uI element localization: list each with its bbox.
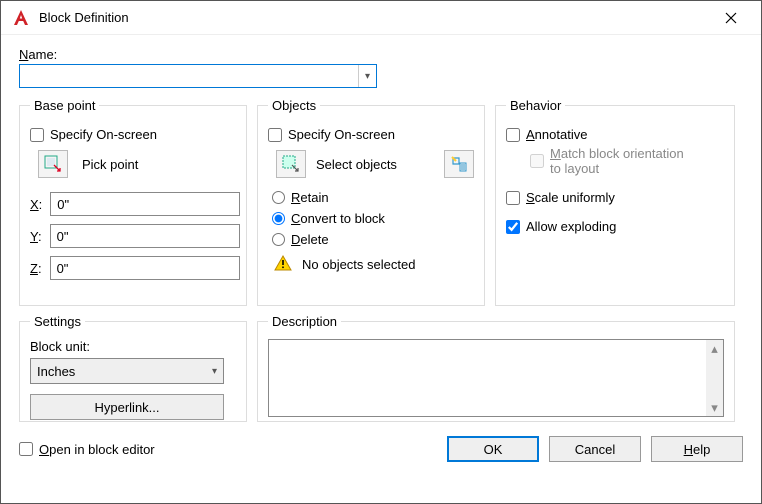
scroll-down-icon[interactable]: ▾ (706, 399, 723, 416)
x-input[interactable] (50, 192, 240, 216)
name-combobox[interactable]: ▾ (19, 64, 377, 88)
y-input[interactable] (50, 224, 240, 248)
delete-radio[interactable]: Delete (272, 232, 474, 247)
delete-radio-input[interactable] (272, 233, 285, 246)
quick-select-button[interactable] (444, 150, 474, 178)
allow-exploding-checkbox[interactable] (506, 220, 520, 234)
delete-label: Delete (291, 232, 329, 247)
specify-onscreen-basepoint-label: Specify On-screen (50, 127, 157, 142)
behavior-legend: Behavior (506, 98, 565, 113)
block-unit-value: Inches (37, 364, 75, 379)
allow-exploding-row[interactable]: Allow exploding (506, 219, 724, 234)
annotative-label: Annotative (526, 127, 587, 142)
hyperlink-button[interactable]: Hyperlink... (30, 394, 224, 420)
name-dropdown-arrow[interactable]: ▾ (358, 65, 376, 87)
specify-onscreen-basepoint[interactable]: Specify On-screen (30, 127, 236, 142)
settings-legend: Settings (30, 314, 85, 329)
retain-label: Retain (291, 190, 329, 205)
z-input[interactable] (50, 256, 240, 280)
retain-radio[interactable]: Retain (272, 190, 474, 205)
convert-radio-input[interactable] (272, 212, 285, 225)
convert-radio[interactable]: Convert to block (272, 211, 474, 226)
behavior-group: Behavior Annotative Match block orientat… (495, 98, 735, 306)
annotative-checkbox[interactable] (506, 128, 520, 142)
scroll-up-icon[interactable]: ▴ (706, 340, 723, 357)
allow-exploding-label: Allow exploding (526, 219, 616, 234)
app-icon (11, 8, 31, 28)
description-group: Description ▴ ▾ (257, 314, 735, 422)
scale-uniformly-row[interactable]: Scale uniformly (506, 190, 724, 205)
titlebar: Block Definition (1, 1, 761, 35)
dialog-title: Block Definition (39, 10, 129, 25)
description-legend: Description (268, 314, 341, 329)
description-textarea[interactable] (269, 340, 705, 416)
scale-uniformly-label: Scale uniformly (526, 190, 615, 205)
basepoint-legend: Base point (30, 98, 99, 113)
retain-radio-input[interactable] (272, 191, 285, 204)
z-label: Z: (30, 261, 42, 276)
annotative-checkbox-row[interactable]: Annotative (506, 127, 724, 142)
no-objects-text: No objects selected (302, 257, 415, 272)
select-objects-label: Select objects (316, 157, 397, 172)
chevron-down-icon: ▾ (212, 366, 217, 377)
name-label: Name: (19, 47, 743, 62)
match-orientation-row: Match block orientationto layout (530, 146, 724, 176)
close-button[interactable] (711, 1, 751, 35)
dialog-window: Block Definition Name: ▾ Base point Spec… (0, 0, 762, 504)
open-in-editor-row[interactable]: Open in block editor (19, 442, 155, 457)
block-unit-select[interactable]: Inches ▾ (30, 358, 224, 384)
warning-icon (274, 255, 292, 274)
settings-group: Settings Block unit: Inches ▾ Hyperlink.… (19, 314, 247, 422)
ok-button[interactable]: OK (447, 436, 539, 462)
open-in-editor-label: Open in block editor (39, 442, 155, 457)
objects-group: Objects Specify On-screen Select objects (257, 98, 485, 306)
name-input[interactable] (20, 65, 358, 87)
scale-uniformly-checkbox[interactable] (506, 191, 520, 205)
pick-point-button[interactable] (38, 150, 68, 178)
specify-onscreen-basepoint-checkbox[interactable] (30, 128, 44, 142)
cancel-button[interactable]: Cancel (549, 436, 641, 462)
specify-onscreen-objects-checkbox[interactable] (268, 128, 282, 142)
dialog-body: Name: ▾ Base point Specify On-screen Pic… (1, 35, 761, 476)
description-scrollbar[interactable]: ▴ ▾ (706, 340, 723, 416)
block-unit-label: Block unit: (30, 339, 236, 354)
basepoint-group: Base point Specify On-screen Pick point … (19, 98, 247, 306)
match-orientation-checkbox (530, 154, 544, 168)
pick-point-label: Pick point (82, 157, 138, 172)
open-in-editor-checkbox[interactable] (19, 442, 33, 456)
footer: Open in block editor OK Cancel Help (19, 436, 743, 462)
objects-legend: Objects (268, 98, 320, 113)
specify-onscreen-objects-label: Specify On-screen (288, 127, 395, 142)
help-button[interactable]: Help (651, 436, 743, 462)
x-label: X: (30, 197, 42, 212)
select-objects-button[interactable] (276, 150, 306, 178)
match-orientation-label: Match block orientationto layout (550, 146, 684, 176)
description-area[interactable]: ▴ ▾ (268, 339, 724, 417)
specify-onscreen-objects[interactable]: Specify On-screen (268, 127, 474, 142)
y-label: Y: (30, 229, 42, 244)
convert-label: Convert to block (291, 211, 385, 226)
